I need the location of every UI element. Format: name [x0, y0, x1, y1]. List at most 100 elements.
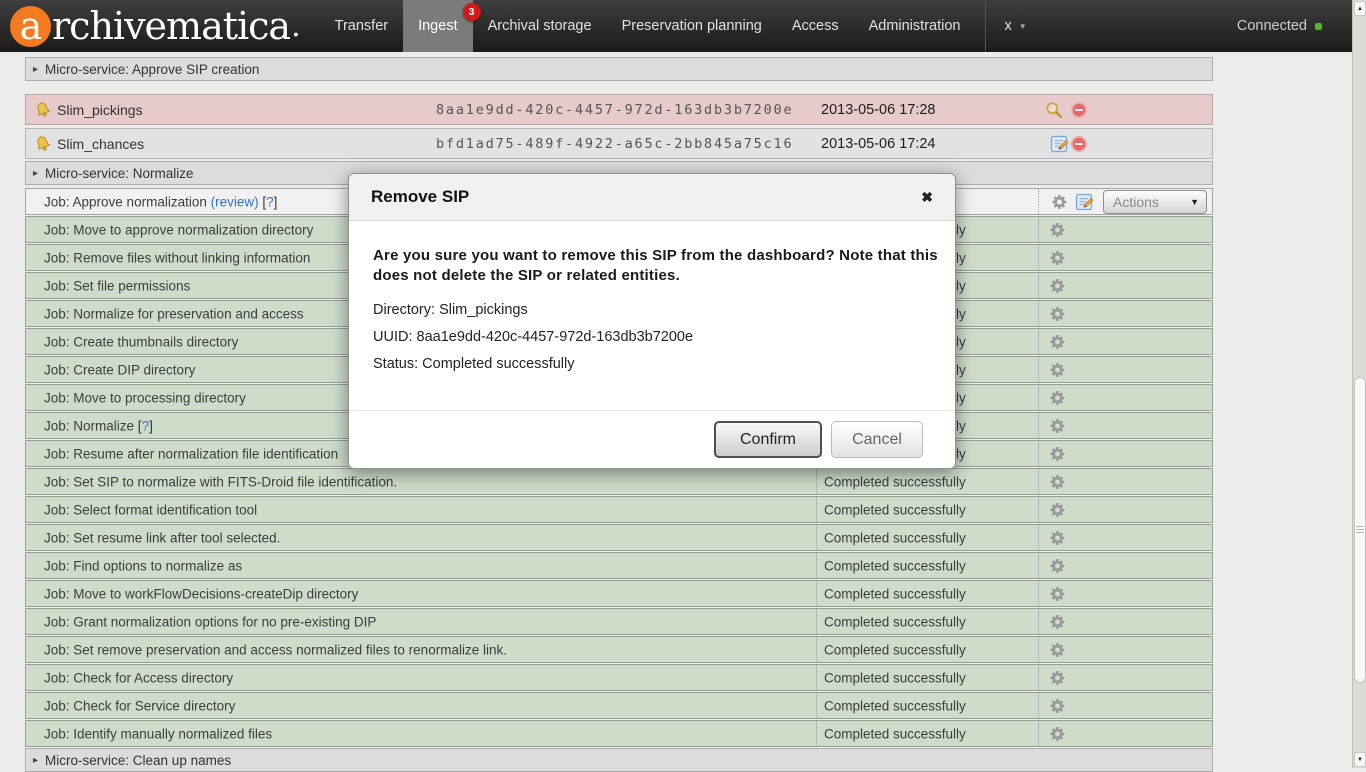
microservice-label: Micro-service: Normalize [45, 166, 194, 181]
column-divider [1038, 525, 1039, 550]
bell-icon [33, 134, 53, 154]
scroll-up-icon[interactable]: ▲ [1354, 1, 1366, 16]
gear-icon[interactable] [1049, 249, 1066, 266]
gear-icon[interactable] [1049, 473, 1066, 490]
dialog-details: Directory: Slim_pickings UUID: 8aa1e9dd-… [373, 297, 931, 378]
connection-status-label: Connected [1237, 18, 1307, 34]
remove-icon[interactable] [1070, 135, 1088, 153]
scrollbar-thumb[interactable] [1354, 377, 1366, 683]
microservice-label: Micro-service: Approve SIP creation [45, 62, 259, 77]
job-label: Job: Check for Access directory [44, 670, 233, 685]
job-label: Job: Normalize [?] [44, 418, 153, 433]
gear-icon[interactable] [1049, 557, 1066, 574]
column-divider [1038, 245, 1039, 270]
gear-icon[interactable] [1049, 389, 1066, 406]
bell-icon [33, 100, 53, 120]
job-row[interactable]: Job: Select format identification tool C… [25, 496, 1213, 523]
gear-icon[interactable] [1049, 697, 1066, 714]
help-link[interactable]: ? [142, 418, 150, 433]
logo-a-circle: a [10, 6, 51, 47]
gear-icon[interactable] [1049, 305, 1066, 322]
job-row[interactable]: Job: Set remove preservation and access … [25, 636, 1213, 663]
nav-item-access[interactable]: Access [777, 0, 854, 52]
report-edit-icon[interactable] [1049, 134, 1069, 154]
job-row[interactable]: Job: Check for Access directory Complete… [25, 664, 1213, 691]
magnifier-icon[interactable] [1044, 100, 1064, 120]
gear-icon[interactable] [1049, 641, 1066, 658]
nav-item-transfer[interactable]: Transfer [320, 0, 403, 52]
gear-icon[interactable] [1049, 333, 1066, 350]
sip-row-slim-pickings[interactable]: Slim_pickings 8aa1e9dd-420c-4457-972d-16… [25, 94, 1213, 125]
gear-icon[interactable] [1049, 585, 1066, 602]
scroll-down-icon[interactable]: ▼ [1354, 752, 1366, 767]
dialog-footer: Confirm Cancel [349, 410, 955, 468]
job-row[interactable]: Job: Identify manually normalized files … [25, 720, 1213, 747]
expand-arrow-icon: ▸ [33, 64, 38, 75]
directory-line: Directory: Slim_pickings [373, 297, 931, 324]
column-divider [816, 609, 817, 634]
scrollbar-grip [1356, 526, 1364, 534]
job-label: Job: Remove files without linking inform… [44, 250, 310, 265]
job-status: Completed successfully [824, 502, 966, 517]
gear-icon[interactable] [1049, 529, 1066, 546]
column-divider [1038, 693, 1039, 718]
logo-dot: . [291, 9, 300, 44]
gear-icon[interactable] [1049, 417, 1066, 434]
microservice-row-clean-up-names[interactable]: ▸ Micro-service: Clean up names [25, 748, 1213, 772]
gear-icon[interactable] [1049, 725, 1066, 742]
sip-uuid: bfd1ad75-489f-4922-a65c-2bb845a75c16 [436, 136, 793, 152]
nav-item-archival-storage[interactable]: Archival storage [473, 0, 607, 52]
archivematica-logo[interactable]: archivematica. [10, 0, 300, 52]
dialog-title: Remove SIP [371, 187, 469, 207]
gear-icon[interactable] [1049, 361, 1066, 378]
column-divider [1038, 217, 1039, 242]
job-status: Completed successfully [824, 614, 966, 629]
job-label: Job: Move to processing directory [44, 390, 246, 405]
job-row[interactable]: Job: Grant normalization options for no … [25, 608, 1213, 635]
vertical-scrollbar[interactable]: ▲ ▼ [1352, 0, 1366, 768]
job-row[interactable]: Job: Set SIP to normalize with FITS-Droi… [25, 468, 1213, 495]
job-row[interactable]: Job: Check for Service directory Complet… [25, 692, 1213, 719]
actions-dropdown[interactable]: Actions ▼ [1103, 190, 1207, 214]
column-divider [816, 553, 817, 578]
nav-item-ingest[interactable]: Ingest 3 [403, 0, 473, 52]
job-label: Job: Move to workFlowDecisions-createDip… [44, 586, 358, 601]
gear-icon[interactable] [1049, 445, 1066, 462]
sip-uuid: 8aa1e9dd-420c-4457-972d-163db3b7200e [436, 102, 793, 118]
gear-icon[interactable] [1049, 501, 1066, 518]
cancel-button[interactable]: Cancel [831, 421, 923, 458]
close-icon[interactable]: ✖ [921, 189, 933, 206]
nav-item-administration[interactable]: Administration [854, 0, 976, 52]
job-label: Job: Set resume link after tool selected… [44, 530, 280, 545]
job-label: Job: Set SIP to normalize with FITS-Droi… [44, 474, 397, 489]
nav-item-preservation-planning[interactable]: Preservation planning [607, 0, 777, 52]
job-status: Completed successfully [824, 558, 966, 573]
job-label: Job: Check for Service directory [44, 698, 235, 713]
job-row[interactable]: Job: Find options to normalize as Comple… [25, 552, 1213, 579]
job-status: Completed successfully [824, 530, 966, 545]
job-row[interactable]: Job: Set resume link after tool selected… [25, 524, 1213, 551]
help-link[interactable]: ? [266, 194, 274, 209]
gear-icon[interactable] [1049, 613, 1066, 630]
job-label: Job: Approve normalization (review) [?] [44, 194, 277, 209]
gear-icon[interactable] [1051, 193, 1068, 210]
sip-row-slim-chances[interactable]: Slim_chances bfd1ad75-489f-4922-a65c-2bb… [25, 128, 1213, 159]
gear-icon[interactable] [1049, 669, 1066, 686]
column-divider [1038, 413, 1039, 438]
gear-icon[interactable] [1049, 221, 1066, 238]
report-edit-icon[interactable] [1074, 192, 1094, 212]
gear-icon[interactable] [1049, 277, 1066, 294]
microservice-row-approve-sip-creation[interactable]: ▸ Micro-service: Approve SIP creation [25, 57, 1213, 81]
remove-icon[interactable] [1070, 101, 1088, 119]
expand-arrow-icon: ▸ [33, 168, 38, 179]
column-divider [1038, 189, 1039, 214]
confirm-button[interactable]: Confirm [714, 421, 822, 458]
job-label: Job: Select format identification tool [44, 502, 257, 517]
job-row[interactable]: Job: Move to workFlowDecisions-createDip… [25, 580, 1213, 607]
job-label: Job: Set remove preservation and access … [44, 642, 507, 657]
connected-dot-icon [1315, 23, 1322, 30]
sip-date: 2013-05-06 17:24 [821, 136, 936, 152]
review-link[interactable]: (review) [211, 194, 259, 209]
user-menu[interactable]: x ▼ [985, 0, 1044, 52]
column-divider [1038, 469, 1039, 494]
